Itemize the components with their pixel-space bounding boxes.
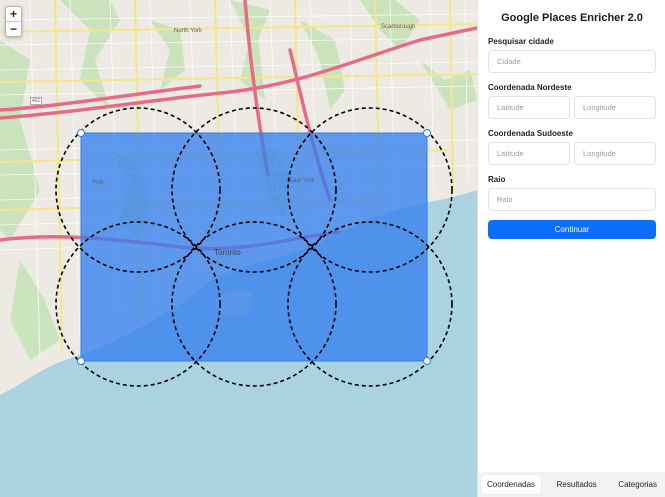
southwest-longitude-input[interactable] — [574, 142, 656, 165]
continue-button[interactable]: Continuar — [488, 220, 656, 239]
tab-categorias[interactable]: Categorias — [612, 475, 663, 494]
northeast-longitude-input[interactable] — [574, 96, 656, 119]
zoom-control: + − — [5, 6, 22, 37]
selection-rectangle[interactable] — [80, 132, 428, 362]
label-east-york: East York — [289, 178, 315, 184]
city-search-input[interactable] — [488, 50, 656, 73]
northeast-label: Coordenada Nordeste — [488, 83, 572, 92]
corner-handle-se[interactable] — [423, 357, 431, 365]
southwest-label: Coordenada Sudoeste — [488, 129, 573, 138]
app-title: Google Places Enricher 2.0 — [501, 12, 643, 24]
label-york: York — [92, 180, 104, 186]
map-view[interactable]: North York Scarborough East York York To… — [0, 0, 477, 497]
zoom-out-button[interactable]: − — [6, 21, 21, 36]
radius-input[interactable] — [488, 188, 656, 211]
radius-label: Raio — [488, 175, 506, 184]
label-highway-401: 401 — [30, 97, 43, 105]
label-scarborough: Scarborough — [381, 24, 416, 30]
northeast-latitude-input[interactable] — [488, 96, 570, 119]
bottom-tabs: Coordenadas Resultados Categorias — [478, 472, 665, 497]
tab-resultados[interactable]: Resultados — [551, 475, 603, 494]
city-search-label: Pesquisar cidade — [488, 37, 554, 46]
side-panel: Google Places Enricher 2.0 Pesquisar cid… — [477, 0, 665, 497]
corner-handle-nw[interactable] — [77, 129, 85, 137]
zoom-in-button[interactable]: + — [6, 7, 21, 21]
label-toronto: Toronto — [214, 248, 241, 257]
corner-handle-ne[interactable] — [423, 129, 431, 137]
label-north-york: North York — [174, 28, 203, 34]
southwest-latitude-input[interactable] — [488, 142, 570, 165]
tab-coordenadas[interactable]: Coordenadas — [481, 475, 542, 494]
corner-handle-sw[interactable] — [77, 357, 85, 365]
